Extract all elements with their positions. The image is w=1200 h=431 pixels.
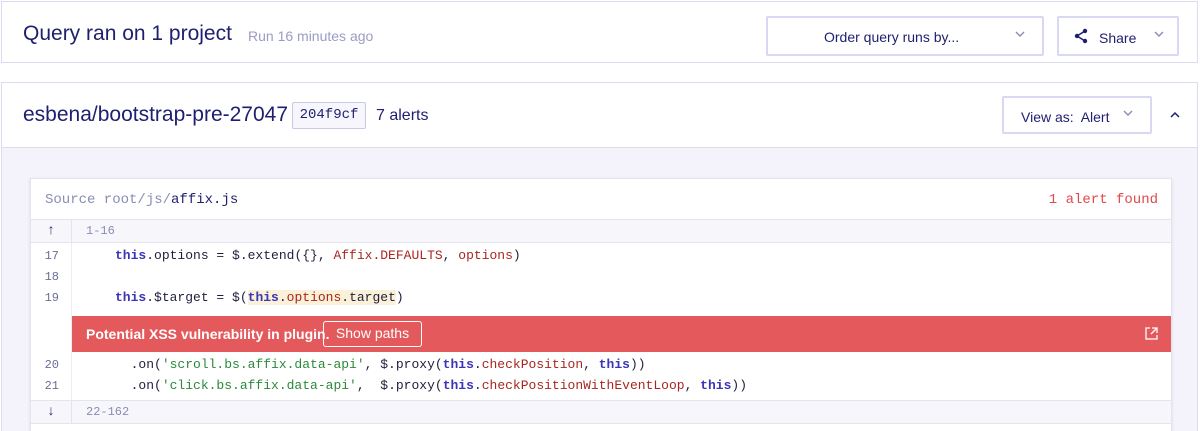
- line-number: 17: [44, 249, 59, 263]
- chevron-down-icon: [1122, 107, 1134, 119]
- query-header-bar: Query ran on 1 project Run 16 minutes ag…: [1, 1, 1198, 63]
- expand-lines-top[interactable]: ↑ 1-16: [31, 219, 1171, 243]
- arrow-down-icon[interactable]: ↓: [31, 401, 72, 423]
- share-icon: [1073, 28, 1089, 44]
- order-query-runs-dropdown[interactable]: Order query runs by...: [766, 16, 1044, 56]
- share-label: Share: [1099, 30, 1137, 46]
- alert-message: Potential XSS vulnerability in plugin.: [86, 326, 330, 342]
- commit-badge[interactable]: 204f9cf: [292, 102, 366, 129]
- collapsed-range-bottom: 22-162: [86, 405, 130, 419]
- project-results-panel: esbena/bootstrap-pre-27047 204f9cf 7 ale…: [1, 82, 1198, 431]
- source-file-link[interactable]: affix.js: [171, 192, 238, 208]
- code-line: 17 this.options = $.extend({}, Affix.DEF…: [31, 246, 1171, 267]
- code-line: 20 .on('scroll.bs.affix.data-api', $.pro…: [31, 355, 1171, 376]
- expand-lines-bottom[interactable]: ↓ 22-162: [31, 400, 1171, 424]
- line-number: 18: [44, 270, 59, 284]
- chevron-up-icon[interactable]: [1168, 108, 1182, 127]
- alert-banner: Potential XSS vulnerability in plugin. S…: [72, 316, 1171, 352]
- repository-name[interactable]: esbena/bootstrap-pre-27047: [23, 103, 288, 127]
- external-link-icon[interactable]: [1144, 326, 1159, 346]
- chevron-down-icon: [1153, 28, 1165, 40]
- line-number: 21: [44, 379, 59, 393]
- source-path: Source root/js/affix.js: [45, 192, 239, 208]
- line-number: 20: [44, 358, 59, 372]
- order-dropdown-label: Order query runs by...: [824, 29, 960, 45]
- line-number: 19: [44, 291, 59, 305]
- share-button[interactable]: Share: [1057, 16, 1179, 56]
- view-as-value: Alert: [1080, 109, 1110, 125]
- show-paths-button[interactable]: Show paths: [323, 321, 422, 347]
- code-line: 19 this.$target = $(this.options.target): [31, 288, 1171, 309]
- code-text: .on('scroll.bs.affix.data-api', $.proxy(…: [115, 357, 646, 372]
- code-line: 21 .on('click.bs.affix.data-api', $.prox…: [31, 376, 1171, 397]
- chevron-down-icon: [1014, 28, 1026, 40]
- code-text: this.$target = $(this.options.target): [115, 290, 404, 305]
- page-title: Query ran on 1 project: [23, 22, 232, 45]
- project-header: esbena/bootstrap-pre-27047 204f9cf 7 ale…: [2, 83, 1197, 148]
- source-code-card: Source root/js/affix.js 1 alert found ↑ …: [30, 178, 1172, 431]
- code-text: .on('click.bs.affix.data-api', $.proxy(t…: [115, 378, 747, 393]
- run-timestamp: Run 16 minutes ago: [248, 28, 374, 44]
- code-text: this.options = $.extend({}, Affix.DEFAUL…: [115, 248, 521, 263]
- alert-count: 7 alerts: [376, 107, 429, 124]
- view-as-label: View as: Alert: [1021, 109, 1110, 125]
- collapsed-range-top: 1-16: [86, 224, 115, 238]
- code-line: 18: [31, 267, 1171, 288]
- view-as-dropdown[interactable]: View as: Alert: [1002, 96, 1152, 134]
- arrow-up-icon[interactable]: ↑: [31, 220, 72, 242]
- alerts-found-count: 1 alert found: [1048, 192, 1158, 208]
